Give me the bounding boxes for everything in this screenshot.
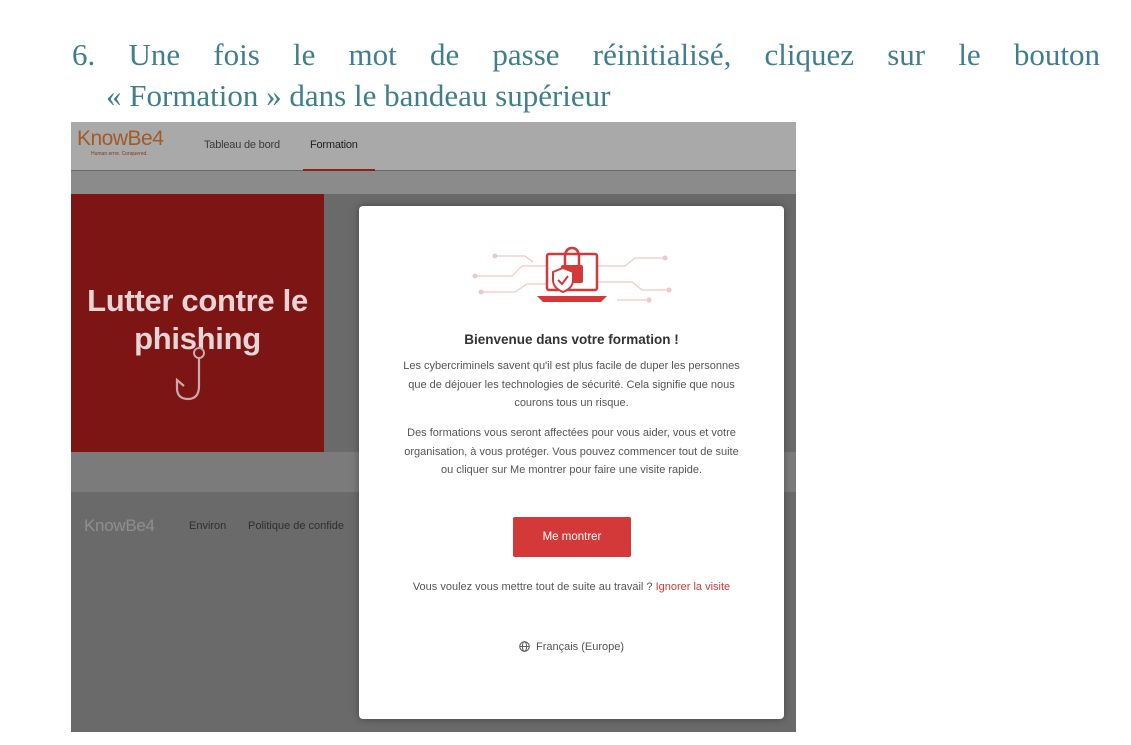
- phishing-course-banner[interactable]: Lutter contre le phishing: [71, 194, 324, 452]
- instruction-word: réinitialisé,: [592, 37, 732, 72]
- logo-text: KnowBe4: [77, 127, 164, 150]
- skip-tour-row: Vous voulez vous mettre tout de suite au…: [403, 578, 740, 596]
- instruction-text: 6. Une fois le mot de passe réinitialisé…: [72, 34, 1100, 116]
- instruction-line-2: « Formation » dans le bandeau supérieur: [106, 78, 611, 113]
- nav-dashboard[interactable]: Tableau de bord: [204, 139, 280, 151]
- instruction-word: de: [429, 37, 460, 72]
- instruction-word: sur: [887, 37, 926, 72]
- knowbe4-logo[interactable]: KnowBe4 Human error. Conquered.: [77, 128, 187, 164]
- modal-paragraph: Les cybercriminels savent qu'il est plus…: [403, 360, 740, 409]
- logo-tagline: Human error. Conquered.: [91, 151, 148, 157]
- instruction-word: Une: [128, 37, 181, 72]
- show-me-button[interactable]: Me montrer: [513, 517, 631, 557]
- footer-link-environ[interactable]: Environ: [189, 520, 226, 532]
- footer-link-privacy[interactable]: Politique de confide: [248, 520, 344, 532]
- welcome-modal: Bienvenue dans votre formation ! Les cyb…: [359, 206, 784, 719]
- instruction-word: passe: [492, 37, 560, 72]
- instruction-word: mot: [348, 37, 397, 72]
- app-screenshot: KnowBe4 Human error. Conquered. Tableau …: [71, 122, 796, 732]
- sub-header-strip: [71, 171, 796, 194]
- modal-paragraph: Des formations vous seront affectées pou…: [404, 427, 739, 476]
- laptop-lock-illustration-icon: [472, 246, 672, 303]
- instruction-word: 6.: [72, 37, 96, 72]
- instruction-word: fois: [213, 37, 260, 72]
- skip-tour-link[interactable]: Ignorer la visite: [656, 581, 731, 593]
- footer-logo: KnowBe4: [84, 516, 155, 535]
- skip-tour-prompt: Vous voulez vous mettre tout de suite au…: [412, 581, 653, 593]
- instruction-line-1: 6. Une fois le mot de passe réinitialisé…: [72, 34, 1100, 75]
- instruction-word: le: [958, 37, 981, 72]
- instruction-word: bouton: [1013, 37, 1100, 72]
- nav-training[interactable]: Formation: [310, 139, 358, 151]
- instruction-word: le: [292, 37, 316, 72]
- language-selector[interactable]: Français (Europe): [359, 641, 784, 653]
- modal-title: Bienvenue dans votre formation !: [464, 332, 679, 347]
- language-label: Français (Europe): [536, 641, 625, 653]
- instruction-word: cliquez: [764, 37, 855, 72]
- globe-icon: [519, 641, 530, 652]
- fishing-hook-icon: [175, 347, 205, 401]
- top-nav-bar: KnowBe4 Human error. Conquered. Tableau …: [71, 122, 796, 172]
